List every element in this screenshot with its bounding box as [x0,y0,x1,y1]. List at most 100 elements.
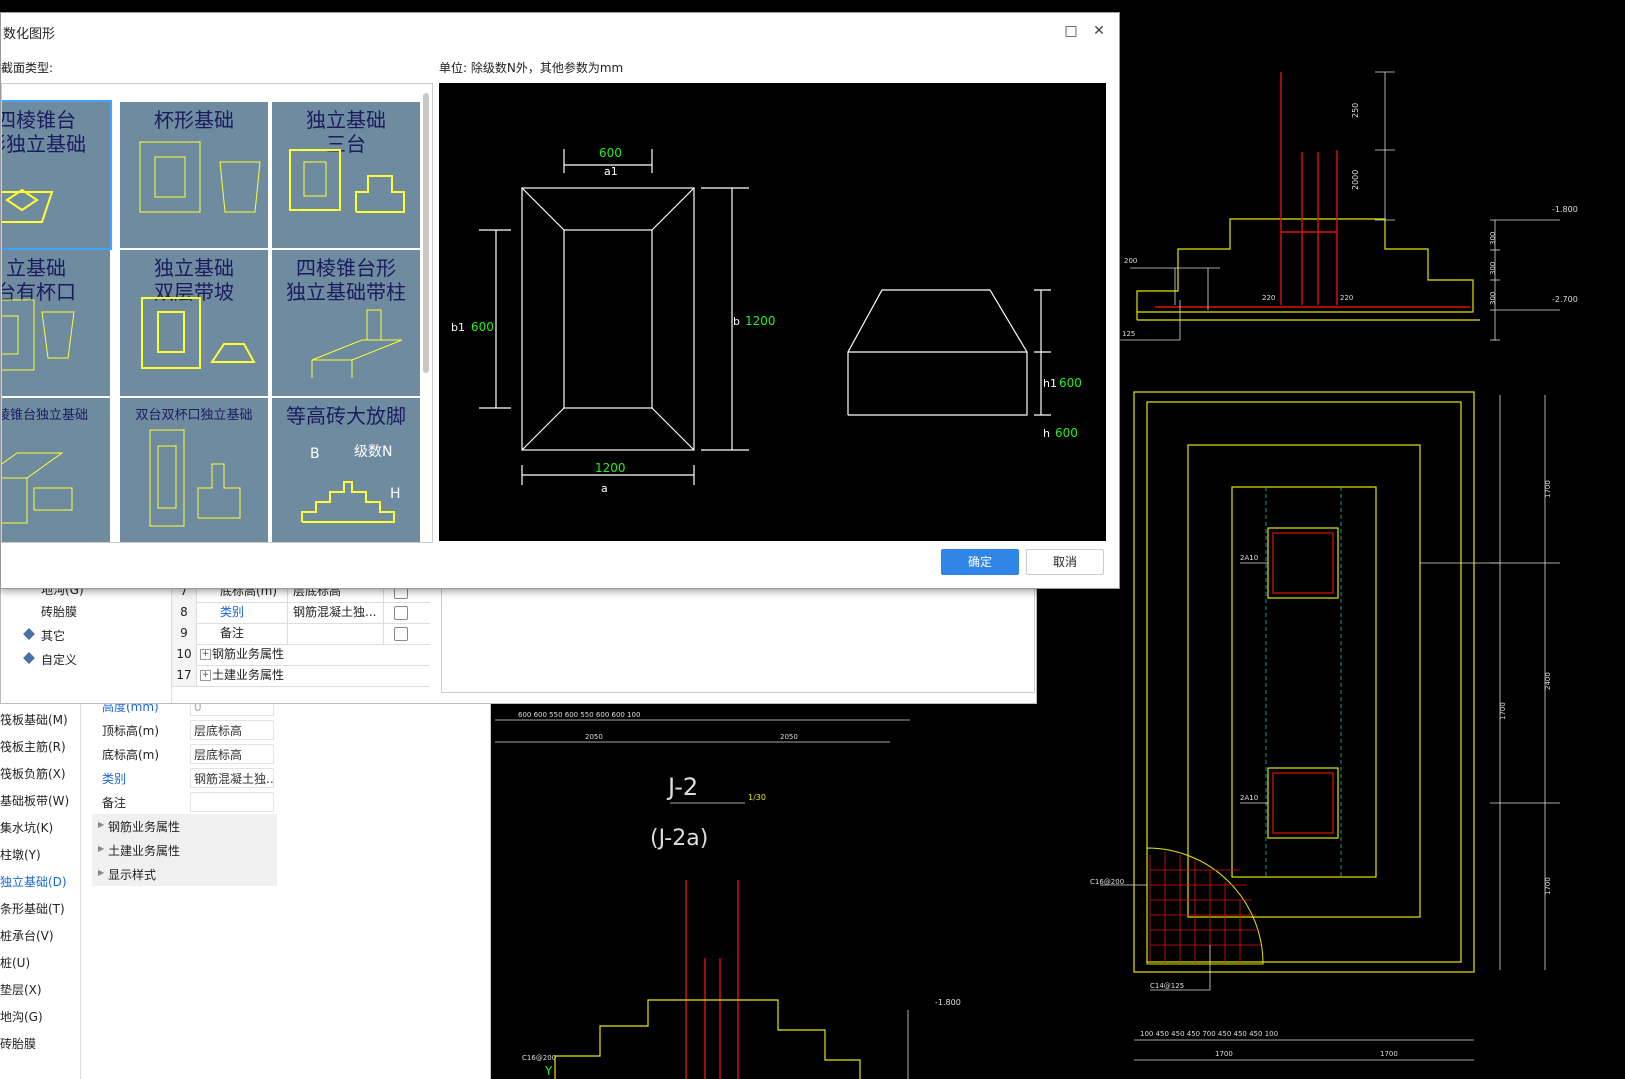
nav-item[interactable]: 桩(U) [0,950,30,976]
svg-text:600 600 550 600: 600 600 550 600 550 600 600 100 [518,711,640,719]
property-row[interactable]: 顶标高(m) 层底标高 [92,718,277,742]
attr-value[interactable]: 钢筋混凝土独... [290,602,384,623]
svg-text:H: H [390,486,401,502]
nav-item[interactable]: 砖胎膜 [0,1031,36,1057]
svg-text:C16@200: C16@200 [522,1054,556,1062]
chevron-right-icon: ▶ [98,844,105,853]
nav-item[interactable]: 筏板基础(M) [0,707,68,733]
attr-checkbox[interactable] [394,627,408,641]
attr-name: 土建业务属性 [212,668,285,682]
attribute-table: 7 底标高(m) 层底标高 8 类别 钢筋混凝土独... 9 备注 10 + 钢筋业务属性 17 + 土建… [171,581,430,703]
svg-text:2400: 2400 [1544,672,1552,690]
nav-item[interactable]: 基础板带(W) [0,788,69,814]
section-type-thumbnail[interactable]: 四棱锥台独立基础 [2,398,110,542]
cancel-button[interactable]: 取消 [1026,549,1104,575]
preview-a1-label: a1 [604,165,618,178]
property-row[interactable]: 备注 [92,790,277,814]
custom-icon [23,652,35,664]
preview-a-label: a [601,482,608,495]
section-type-thumbnail[interactable]: 独立基础 双层带坡 [120,250,268,396]
preview-b-label: b [733,315,740,328]
left-panel: 基础梁(F)筏板基础(M)筏板主筋(R)筏板负筋(X)基础板带(W)集水坑(K)… [0,686,491,1079]
nav-item[interactable]: 独立基础(D) [0,869,67,895]
svg-text:1/30: 1/30 [748,793,766,802]
property-group[interactable]: ▶ 钢筋业务属性 [92,814,277,838]
preview-h1-label: h1 [1043,377,1057,390]
svg-text:100 450 450 450 700: 100 450 450 450 700 450 450 450 100 [1140,1030,1278,1038]
property-row[interactable]: 类别 钢筋混凝土独... [92,766,277,790]
thumbnail-sketch [2,452,73,524]
svg-text:2A10: 2A10 [1240,794,1258,802]
nav-item[interactable]: 集水坑(K) [0,815,53,841]
svg-text:2050: 2050 [780,733,798,741]
tree-item[interactable]: 其它 [23,627,65,644]
row-number: 9 [172,623,197,644]
section-type-thumbnail[interactable]: 四棱锥台 形独立基础 [2,100,112,250]
thumbnail-sketch: B 级数N H [301,444,401,523]
svg-text:2000: 2000 [1351,170,1360,190]
thumbnail-sketch [311,309,403,378]
svg-text:2050: 2050 [585,733,603,741]
property-value[interactable] [190,792,274,812]
preview-b1-value: 600 [471,320,494,334]
table-row[interactable]: 10 + 钢筋业务属性 [172,644,430,666]
nav-item[interactable]: 条形基础(T) [0,896,65,922]
property-value[interactable]: 钢筋混凝土独... [190,768,274,788]
tree-item[interactable]: 自定义 [23,651,78,668]
section-type-thumbnail[interactable]: 四棱锥台形 独立基础带柱 [272,250,420,396]
nav-item[interactable]: 地沟(G) [0,1004,43,1030]
nav-item[interactable]: 筏板负筋(X) [0,761,66,787]
tree-item-label: 自定义 [41,653,78,667]
nav-item[interactable]: 柱墩(Y) [0,842,41,868]
property-panel: 高度(mm) 0 顶标高(m) 层底标高 底标高(m) 层底标高 类别 钢筋混凝土独... 备注… [92,690,277,1079]
thumbnail-sketch [2,299,75,371]
table-row[interactable]: 9 备注 [172,623,430,645]
tree-item-label: 砖胎膜 [41,605,78,619]
section-type-thumbnail[interactable]: 独立基础 三台 [272,102,420,248]
attr-value[interactable] [290,623,384,644]
svg-text:300: 300 [1489,292,1497,305]
svg-text:250: 250 [1351,103,1360,118]
nav-item[interactable]: 垫层(X) [0,977,42,1003]
section-type-thumbnail[interactable]: 杯形基础 [120,102,268,248]
attr-checkbox[interactable] [394,606,408,620]
nav-item[interactable]: 筏板主筋(R) [0,734,66,760]
property-group[interactable]: ▶ 显示样式 [92,862,277,886]
maximize-icon[interactable]: □ [1061,21,1081,41]
property-row[interactable]: 底标高(m) 层底标高 [92,742,277,766]
svg-text:C16@200: C16@200 [1090,878,1124,886]
table-row[interactable]: 17 + 土建业务属性 [172,665,430,687]
close-icon[interactable]: ✕ [1089,21,1109,41]
svg-text:1700: 1700 [1499,702,1507,720]
ok-button[interactable]: 确定 [941,549,1019,575]
nav-item[interactable]: 桩承台(V) [0,923,54,949]
chevron-right-icon: ▶ [98,868,105,877]
property-value[interactable]: 层底标高 [190,720,274,740]
thumbnail-scrollbar[interactable] [423,93,429,373]
component-nav-list: 基础梁(F)筏板基础(M)筏板主筋(R)筏板负筋(X)基础板带(W)集水坑(K)… [0,686,81,1079]
attr-name: 钢筋业务属性 [212,647,285,661]
attr-name: 类别 [198,602,288,623]
section-type-thumbnail[interactable]: 双台双杯口独立基础 [120,398,268,542]
property-group-label: 钢筋业务属性 [108,820,181,834]
property-group[interactable]: ▶ 土建业务属性 [92,838,277,862]
svg-text:300: 300 [1489,232,1497,245]
thumbnail-sketch [289,149,405,213]
svg-text:1700: 1700 [1215,1050,1233,1058]
table-row[interactable]: 8 类别 钢筋混凝土独... [172,602,430,624]
svg-text:220: 220 [1340,294,1353,302]
property-value[interactable]: 层底标高 [190,744,274,764]
section-type-thumbnail[interactable]: 立基础 台有杯口 [2,250,110,396]
section-type-thumbnail[interactable]: 等高砖大放脚 B 级数N H [272,398,420,542]
svg-text:-1.800: -1.800 [935,998,961,1007]
tree-item[interactable]: 砖胎膜 [41,603,77,620]
svg-text:125: 125 [1122,330,1135,338]
thumbnail-sketch [141,297,256,369]
svg-text:B: B [310,446,320,462]
preview-b1-label: b1 [451,321,465,334]
svg-text:2A10: 2A10 [1240,554,1258,562]
row-number: 17 [172,665,197,686]
row-number: 10 [172,644,197,665]
shape-preview: 600 a1 b1 600 b 1200 1200 a h1 600 h 600 [439,83,1106,541]
svg-text:Y: Y [544,1064,553,1078]
